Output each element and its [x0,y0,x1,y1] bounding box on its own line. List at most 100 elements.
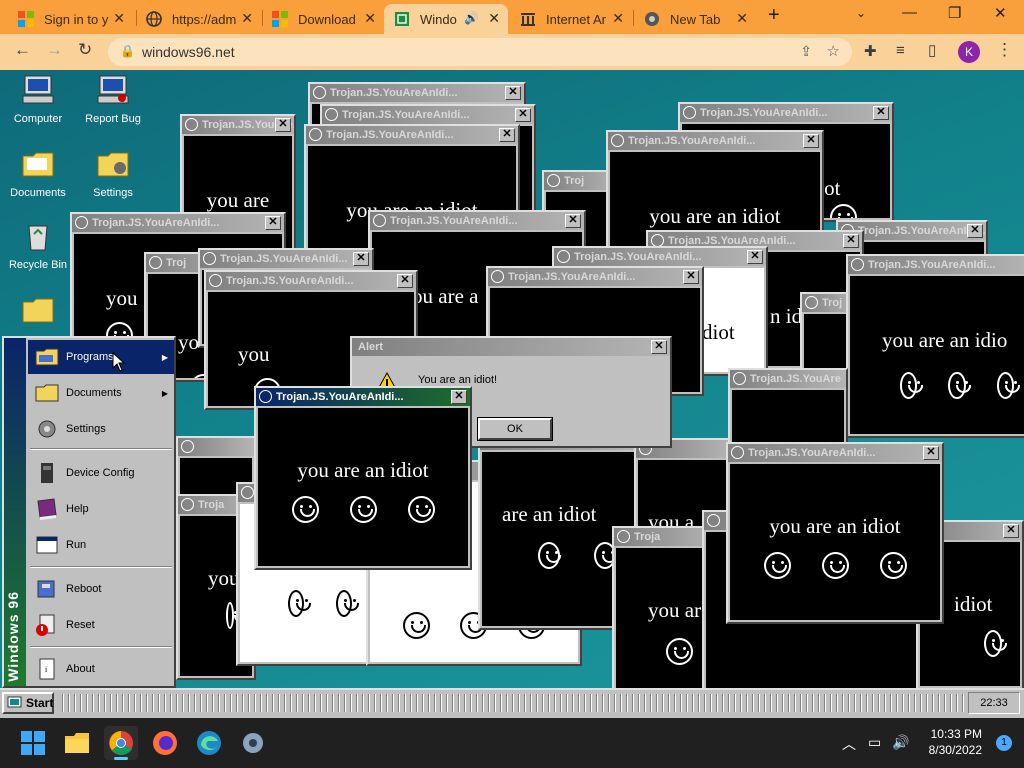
restore-icon[interactable]: ❐ [948,4,961,22]
start-item-programs[interactable]: Programs ▶ [28,340,174,374]
desktop-icon-folder[interactable] [0,294,76,333]
sidepanel-icon[interactable]: ▯ [928,41,936,59]
close-icon[interactable]: ✕ [923,446,939,460]
tab-internet-archive[interactable]: Internet Ar ✕ [510,4,632,34]
start-item-run[interactable]: Run [28,528,174,562]
tab-new-tab[interactable]: New Tab ✕ [634,4,756,34]
edge-icon[interactable] [196,730,222,756]
desktop-icon-report-bug[interactable]: Report Bug [75,74,151,125]
close-icon[interactable]: ✕ [1003,524,1019,538]
profile-avatar[interactable]: K [958,41,980,63]
reload-icon[interactable]: ↻ [78,40,92,60]
close-icon[interactable]: ✕ [364,10,376,27]
close-icon[interactable]: ✕ [967,224,983,238]
close-icon[interactable]: ✕ [265,216,281,230]
close-icon[interactable]: ✕ [683,270,699,284]
alert-titlebar[interactable]: Alert ✕ [352,338,670,356]
back-icon[interactable]: ← [14,40,31,60]
firefox-icon[interactable] [152,730,178,756]
popup-titlebar[interactable]: Trojan.JS.YouAreAnIdi...✕ [554,248,766,266]
windows-start-icon[interactable] [20,730,46,756]
settings-gear-icon[interactable] [240,730,266,756]
close-icon[interactable]: ✕ [397,274,413,288]
popup-titlebar[interactable]: Trojan.JS.YouAreAnIdi...✕ [322,106,534,124]
close-icon[interactable]: ✕ [873,106,889,120]
desktop-icon-settings[interactable]: Settings [75,148,151,199]
bookmark-star-icon[interactable]: ☆ [827,42,840,60]
extensions-icon[interactable]: ✚ [864,42,877,60]
close-icon[interactable]: ✕ [488,10,500,27]
menu-icon[interactable]: ⋮ [996,40,1013,60]
popup-titlebar[interactable]: Trojan.JS.YouAreAnIdi...✕ [182,116,294,134]
tab-admin[interactable]: https://adm ✕ [136,4,261,34]
close-icon[interactable]: ✕ [451,390,467,404]
file-explorer-icon[interactable] [64,730,90,756]
popup-titlebar[interactable]: Trojan.JS.YouAreAnIdi...✕ [206,272,416,290]
start-item-help[interactable]: Help [28,492,174,526]
popup-titlebar[interactable] [178,438,254,456]
close-icon[interactable]: ✕ [113,10,125,27]
close-icon[interactable]: ✕ [747,250,763,264]
start-item-reset[interactable]: Reset [28,608,174,642]
url-text[interactable]: windows96.net [142,44,235,60]
popup-titlebar[interactable]: Trojan.JS.YouAreAnIdi...✕ [728,444,942,462]
close-icon[interactable]: ✕ [275,118,291,132]
popup-titlebar[interactable]: Trojan.JS.YouAreAnIdi...✕ [72,214,284,232]
window-close-icon[interactable]: ✕ [994,4,1007,22]
popup-titlebar[interactable]: Trojan.JS.YouAreAnIdi...✕ [310,84,524,102]
close-icon[interactable]: ✕ [843,234,859,248]
volume-icon[interactable]: 🔊 [892,734,909,751]
start-item-settings[interactable]: Settings [28,412,174,446]
desktop-icon-recycle-bin[interactable]: Recycle Bin [0,220,76,271]
close-icon[interactable]: ✕ [651,340,667,354]
close-icon[interactable]: ✕ [499,128,515,142]
start-button[interactable]: Start [2,692,54,714]
popup-titlebar[interactable]: Trojan.JS.YouAreAnIdi...✕ [200,250,372,268]
close-icon[interactable]: ✕ [565,214,581,228]
tab-sign-in[interactable]: Sign in to y ✕ [8,4,133,34]
start-item-documents[interactable]: Documents ▶ [28,376,174,410]
close-icon[interactable]: ✕ [803,134,819,148]
close-icon[interactable]: ✕ [353,252,369,266]
close-icon[interactable]: ✕ [515,108,531,122]
address-bar[interactable]: 🔒 windows96.net ⇪ ☆ [108,38,852,66]
chrome-taskbar-button[interactable] [104,726,138,760]
tab-download[interactable]: Download ✕ [262,4,384,34]
notification-badge[interactable]: 1 [996,735,1012,751]
close-icon[interactable]: ✕ [612,10,624,27]
tab-search-icon[interactable]: ⌄ [856,6,866,20]
lock-icon[interactable]: 🔒 [120,44,135,58]
system-clock[interactable]: 10:33 PM 8/30/2022 [929,726,982,758]
close-icon[interactable]: ✕ [505,86,521,100]
start-item-about[interactable]: i About [28,652,174,686]
popup-titlebar[interactable]: Trojan.JS.YouAreAnIdi...✕ [306,126,518,144]
desktop-icon-documents[interactable]: Documents [0,148,76,199]
popup-titlebar[interactable]: Trojan.JS.YouAreAnIdi...✕ [256,388,470,406]
popup-window[interactable]: Trojan.JS.YouAreAnIdi... ✕ you are an idi… [726,442,944,624]
forward-icon[interactable]: → [46,40,63,60]
popup-titlebar[interactable]: Trojan.JS.YouAreAnIdi... [848,256,1024,274]
close-icon[interactable]: ✕ [736,10,748,27]
audio-icon[interactable]: 🔊 [464,11,479,25]
popup-titlebar[interactable]: Trojan.JS.YouAreAnIdi...✕ [370,212,584,230]
share-icon[interactable]: ⇪ [800,43,812,60]
popup-titlebar[interactable]: Trojan.JS.YouAreAnIdi...✕ [608,132,822,150]
network-icon[interactable]: ▭ [868,734,881,751]
new-tab-icon[interactable]: + [768,4,780,27]
popup-window[interactable]: Trojan.JS.YouAreAnIdi... you are an idio [846,254,1024,438]
minimize-icon[interactable]: — [902,4,917,21]
popup-titlebar[interactable]: Trojan.JS.YouAreAnIdi...✕ [488,268,702,286]
start-item-device-config[interactable]: Device Config [28,456,174,490]
tray-overflow-icon[interactable]: ︿ [842,734,856,754]
close-icon[interactable]: ✕ [241,10,253,27]
popup-window-active[interactable]: Trojan.JS.YouAreAnIdi... ✕ you are an idi… [254,386,472,570]
start-item-reboot[interactable]: Reboot [28,572,174,606]
popup-titlebar[interactable]: Trojan.JS.YouAre [730,370,846,388]
popup-body: you are an idiot [258,408,468,566]
ok-button[interactable]: OK [477,417,553,441]
win96-task-list[interactable] [58,694,966,712]
popup-titlebar[interactable]: Trojan.JS.YouAreAnIdi...✕ [680,104,892,122]
media-icon[interactable]: ≡ [896,42,905,59]
desktop-icon-computer[interactable]: Computer [0,74,76,125]
tab-windows96[interactable]: Windo 🔊 ✕ [384,4,508,34]
